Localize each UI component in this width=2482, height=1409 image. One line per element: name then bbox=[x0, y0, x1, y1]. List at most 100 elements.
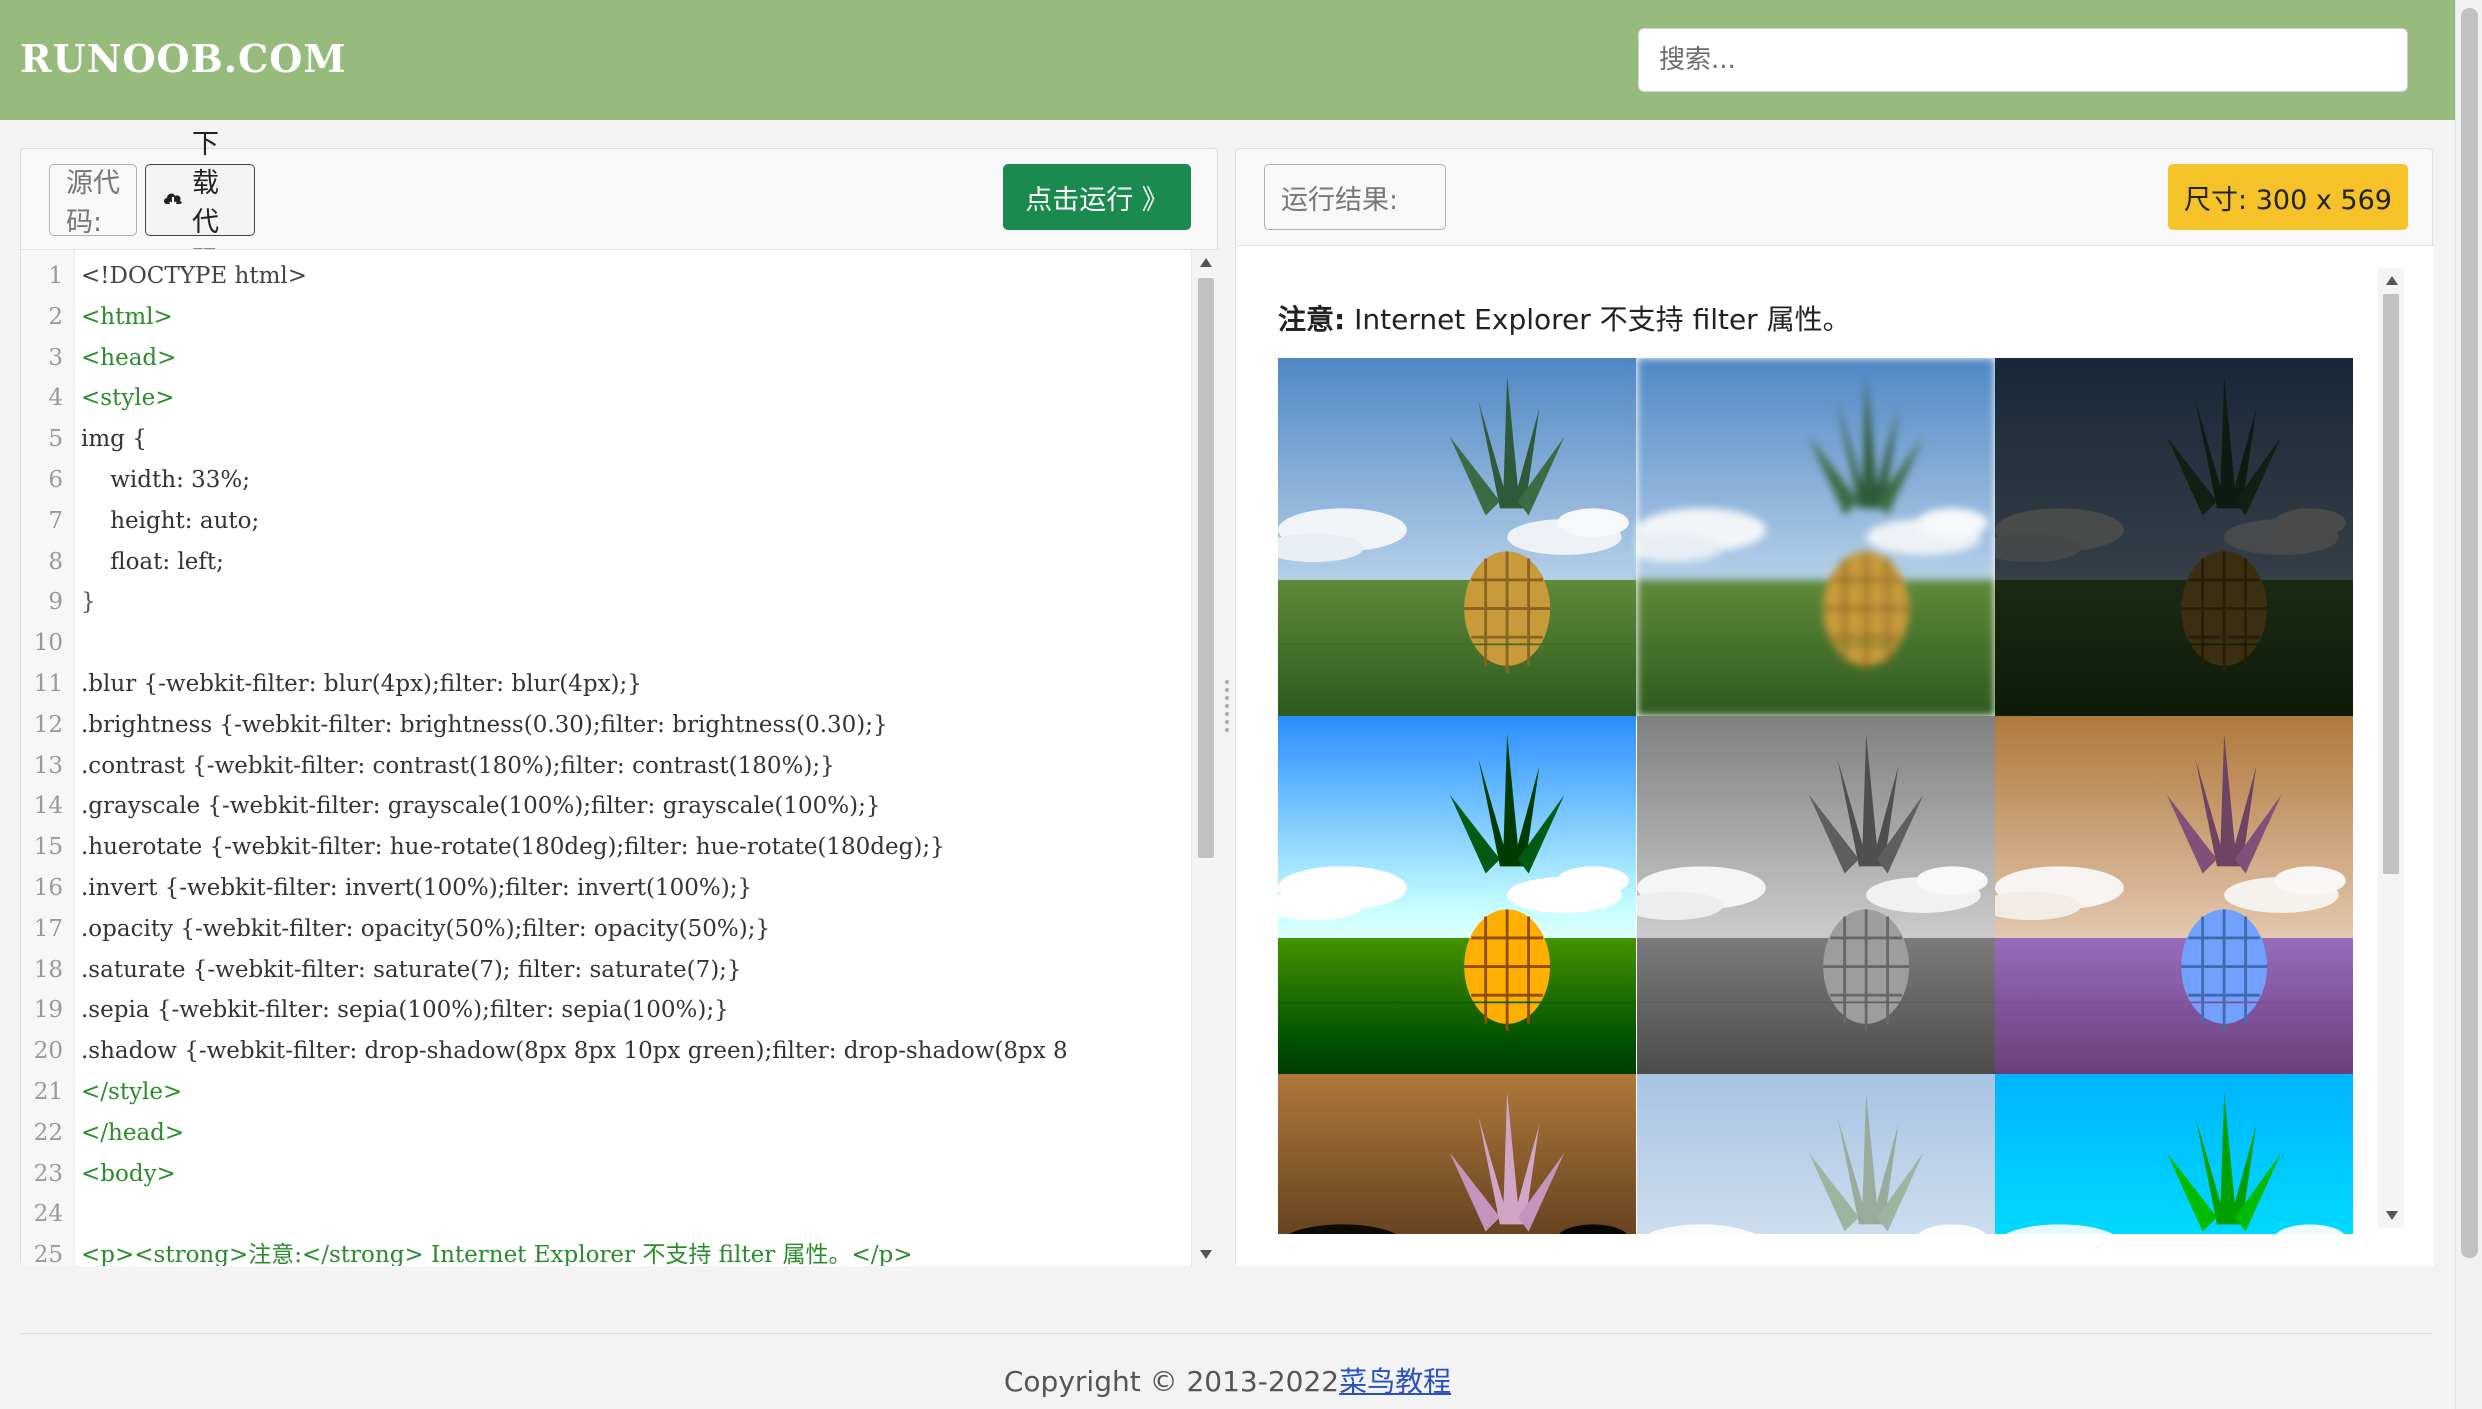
footer-divider bbox=[20, 1333, 2433, 1334]
result-panel-header: 运行结果: 尺寸: 300 x 569 bbox=[1236, 149, 2432, 249]
code-text: .invert {-webkit-filter: invert(100%);fi… bbox=[81, 875, 753, 901]
code-text: .brightness {-webkit-filter: brightness(… bbox=[81, 711, 888, 738]
code-editor[interactable]: 1 <!DOCTYPE html> 2 <html> 3 <head> 4 <style> 5 i… bbox=[21, 249, 1219, 1266]
code-line: 2 <html> bbox=[21, 297, 1191, 337]
site-logo[interactable]: RUNOOB.COM bbox=[20, 36, 346, 81]
code-text: .huerotate {-webkit-filter: hue-rotate(1… bbox=[81, 834, 945, 861]
pineapple-image-grayscale bbox=[1636, 716, 1995, 1074]
line-number: 16 bbox=[33, 875, 63, 901]
code-text: height: auto; bbox=[81, 507, 260, 534]
line-number: 7 bbox=[48, 507, 63, 534]
line-number: 10 bbox=[33, 630, 63, 657]
code-text: <body> bbox=[81, 1160, 176, 1187]
line-number: 2 bbox=[48, 303, 63, 330]
panel-splitter[interactable] bbox=[1220, 680, 1234, 732]
line-number: 13 bbox=[33, 752, 63, 779]
code-line: 11 .blur {-webkit-filter: blur(4px);filte… bbox=[21, 664, 1191, 704]
result-label: 运行结果: bbox=[1264, 164, 1446, 230]
code-text: } bbox=[81, 589, 96, 616]
editor-scrollbar-thumb[interactable] bbox=[1198, 278, 1214, 858]
result-frame: 注意: Internet Explorer 不支持 filter 属性。 bbox=[1236, 245, 2434, 1266]
code-line: 4 <style> bbox=[21, 378, 1191, 418]
code-text: .opacity {-webkit-filter: opacity(50%);f… bbox=[81, 915, 771, 942]
code-text: img { bbox=[81, 426, 147, 453]
run-button[interactable]: 点击运行 》 bbox=[1003, 164, 1191, 230]
result-scroll-up-icon[interactable] bbox=[2386, 276, 2398, 285]
code-text: <head> bbox=[81, 344, 177, 371]
runoob-link[interactable]: 菜鸟教程 bbox=[1339, 1365, 1451, 1398]
code-line: 20 .shadow {-webkit-filter: drop-shadow(8… bbox=[21, 1031, 1191, 1071]
code-line: 19 .sepia {-webkit-filter: sepia(100%);fi… bbox=[21, 990, 1191, 1030]
line-number: 9 bbox=[48, 589, 63, 616]
line-number: 6 bbox=[48, 467, 63, 493]
line-number: 24 bbox=[33, 1201, 63, 1228]
footer: Copyright © 2013-2022菜鸟教程 bbox=[0, 1360, 2455, 1400]
code-line: 7 height: auto; bbox=[21, 501, 1191, 541]
top-header: RUNOOB.COM bbox=[0, 0, 2455, 120]
line-number: 20 bbox=[33, 1038, 63, 1065]
note-strong: 注意: bbox=[1278, 303, 1346, 336]
code-line: 8 float: left; bbox=[21, 542, 1191, 582]
scroll-down-arrow-icon[interactable] bbox=[1200, 1250, 1212, 1259]
result-scrollbar-thumb[interactable] bbox=[2383, 294, 2399, 874]
code-line: 1 <!DOCTYPE html> bbox=[21, 256, 1191, 296]
line-number: 5 bbox=[48, 426, 63, 453]
code-line: 14 .grayscale {-webkit-filter: grayscale(… bbox=[21, 786, 1191, 826]
pineapple-image-contrast bbox=[1278, 716, 1636, 1074]
code-line: 9} bbox=[21, 582, 1191, 622]
pineapple-image-original bbox=[1278, 358, 1636, 716]
source-panel-header: 源代码: 下载代码 点击运行 》 bbox=[21, 129, 1217, 277]
code-line: 17 .opacity {-webkit-filter: opacity(50%)… bbox=[21, 909, 1191, 949]
copyright-text: Copyright © 2013-2022 bbox=[1003, 1365, 1340, 1398]
scroll-up-arrow-icon[interactable] bbox=[1200, 258, 1212, 267]
code-text: </style> bbox=[81, 1079, 183, 1105]
code-line: 16 .invert {-webkit-filter: invert(100%);… bbox=[21, 868, 1191, 908]
pineapple-image-opacity bbox=[1636, 1074, 1995, 1234]
code-text: .shadow {-webkit-filter: drop-shadow(8px… bbox=[81, 1038, 1068, 1065]
cloud-download-icon bbox=[162, 185, 184, 216]
line-number: 12 bbox=[33, 711, 63, 738]
source-panel: 源代码: 下载代码 点击运行 》 1 <!DOCTYPE html> 2 <html>… bbox=[20, 129, 1219, 1266]
line-number: 25 bbox=[33, 1242, 63, 1266]
code-line: 21 </style> bbox=[21, 1072, 1191, 1112]
source-label: 源代码: bbox=[49, 164, 137, 238]
line-number: 3 bbox=[48, 344, 63, 371]
line-number: 8 bbox=[48, 548, 63, 575]
download-code-button[interactable]: 下载代码 bbox=[145, 129, 255, 277]
line-number: 21 bbox=[33, 1079, 63, 1105]
code-line: 15 .huerotate {-webkit-filter: hue-rotate… bbox=[21, 827, 1191, 867]
note-text: Internet Explorer 不支持 filter 属性。 bbox=[1345, 303, 1851, 336]
line-number: 15 bbox=[33, 834, 63, 861]
code-text: width: 33%; bbox=[81, 467, 250, 493]
code-text: .grayscale {-webkit-filter: grayscale(10… bbox=[81, 793, 881, 820]
line-number: 4 bbox=[48, 385, 63, 412]
pineapple-image-saturate bbox=[1995, 1074, 2354, 1234]
code-line: 22 </head> bbox=[21, 1113, 1191, 1153]
code-text: .blur {-webkit-filter: blur(4px);filter:… bbox=[81, 671, 642, 697]
code-line: 6 width: 33%; bbox=[21, 460, 1191, 500]
result-scrollbar[interactable] bbox=[2378, 268, 2404, 1228]
line-number: 1 bbox=[48, 263, 63, 289]
search-input[interactable] bbox=[1638, 28, 2408, 92]
pineapple-image-brightness bbox=[1995, 358, 2354, 716]
line-number: 23 bbox=[33, 1160, 63, 1187]
filter-note: 注意: Internet Explorer 不支持 filter 属性。 bbox=[1278, 298, 1851, 338]
code-line: 12 .brightness {-webkit-filter: brightnes… bbox=[21, 705, 1191, 745]
code-text: float: left; bbox=[81, 548, 224, 575]
line-number: 18 bbox=[33, 956, 63, 983]
line-number: 22 bbox=[33, 1119, 63, 1146]
code-line: 10 bbox=[21, 623, 1191, 663]
pineapple-image-invert bbox=[1278, 1074, 1636, 1234]
line-number: 14 bbox=[33, 793, 63, 820]
result-panel: 运行结果: 尺寸: 300 x 569 注意: Internet Explore… bbox=[1235, 148, 2434, 1266]
code-text: <!DOCTYPE html> bbox=[81, 263, 308, 289]
code-text: .contrast {-webkit-filter: contrast(180%… bbox=[81, 752, 835, 779]
window-scrollbar-thumb[interactable] bbox=[2461, 8, 2478, 1258]
code-text: .sepia {-webkit-filter: sepia(100%);filt… bbox=[81, 997, 729, 1024]
code-line: 3 <head> bbox=[21, 338, 1191, 378]
result-scroll-down-icon[interactable] bbox=[2386, 1211, 2398, 1220]
code-line: 13 .contrast {-webkit-filter: contrast(18… bbox=[21, 746, 1191, 786]
editor-scrollbar[interactable] bbox=[1191, 250, 1219, 1266]
code-text: </head> bbox=[81, 1119, 185, 1146]
window-scrollbar[interactable] bbox=[2455, 0, 2482, 1409]
